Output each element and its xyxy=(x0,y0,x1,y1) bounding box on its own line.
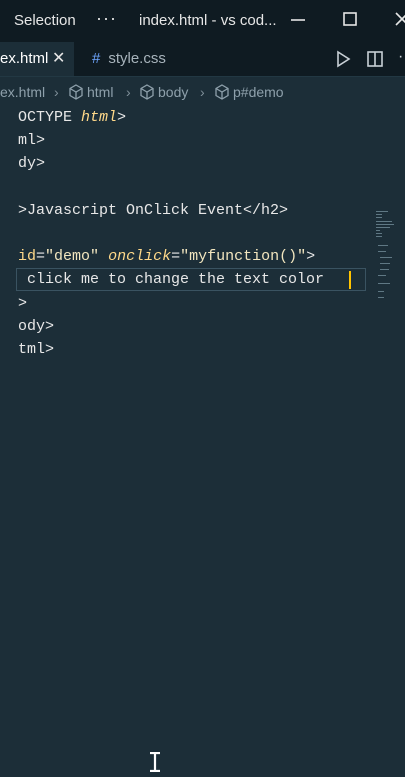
code-line: dy> xyxy=(18,155,46,172)
tab-bar: ex.html ✕ # style.css · xyxy=(0,42,405,77)
code-line: id="demo" onclick="myfunction()"> xyxy=(18,248,316,265)
breadcrumb-html[interactable]: html xyxy=(68,80,113,104)
tab-index-html[interactable]: ex.html ✕ xyxy=(0,42,74,76)
text-cursor xyxy=(349,271,351,289)
element-icon xyxy=(140,84,154,100)
code-line: ml> xyxy=(18,132,46,149)
window-title: index.html - vs cod... xyxy=(139,12,277,29)
minimap[interactable] xyxy=(376,211,396,301)
breadcrumb-body[interactable]: body xyxy=(139,80,188,104)
code-line: click me to change the text color xyxy=(18,271,325,288)
tab-label: ex.html xyxy=(0,50,49,67)
title-bar: Selection ··· index.html - vs cod... xyxy=(0,0,405,42)
split-editor-icon[interactable] xyxy=(366,50,384,73)
css-file-icon: # xyxy=(92,50,101,67)
element-icon xyxy=(215,84,229,100)
close-window-icon[interactable] xyxy=(393,10,405,28)
run-icon[interactable] xyxy=(334,50,352,73)
chevron-right-icon: › xyxy=(54,84,59,100)
element-icon xyxy=(69,84,83,100)
code-editor[interactable]: OCTYPE html> ml> dy> >Javascript OnClick… xyxy=(0,106,405,773)
maximize-icon[interactable] xyxy=(341,10,359,28)
chevron-right-icon: › xyxy=(126,84,131,100)
breadcrumb: ex.html › html › body › p#demo xyxy=(0,80,405,104)
more-menu-icon[interactable]: ··· xyxy=(96,8,117,29)
code-line: OCTYPE html> xyxy=(18,109,127,126)
code-line: ody> xyxy=(18,318,55,335)
mouse-ibeam-cursor-icon xyxy=(148,751,162,777)
minimize-icon[interactable] xyxy=(289,10,307,28)
more-actions-icon[interactable]: · xyxy=(398,48,403,66)
tab-label: style.css xyxy=(108,50,166,67)
close-tab-icon[interactable]: ✕ xyxy=(52,42,65,76)
code-line: tml> xyxy=(18,341,55,358)
breadcrumb-p-demo[interactable]: p#demo xyxy=(214,80,284,104)
code-line: > xyxy=(18,295,28,312)
tab-style-css[interactable]: # style.css xyxy=(92,42,166,76)
code-line: >Javascript OnClick Event</h2> xyxy=(18,202,289,219)
breadcrumb-file[interactable]: ex.html xyxy=(0,80,45,104)
chevron-right-icon: › xyxy=(200,84,205,100)
menu-selection[interactable]: Selection xyxy=(14,12,76,29)
